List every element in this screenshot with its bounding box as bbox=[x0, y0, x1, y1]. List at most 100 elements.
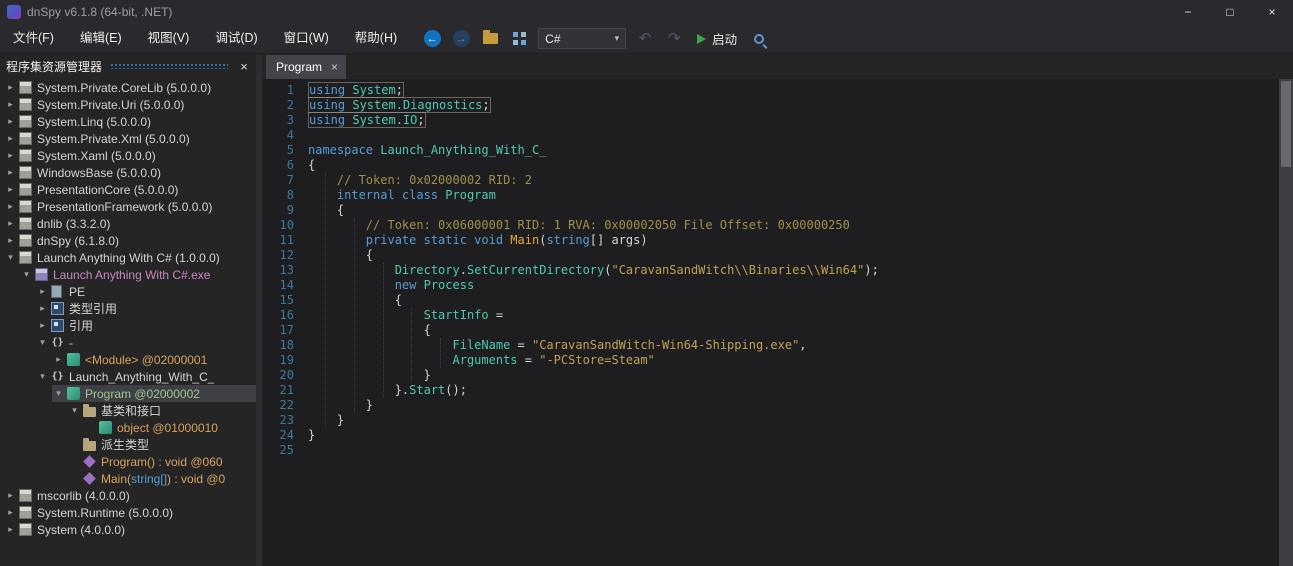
code-line[interactable]: 11 private static void Main(string[] arg… bbox=[262, 233, 1279, 248]
expander-icon[interactable]: ▸ bbox=[4, 82, 17, 93]
tree-node[interactable]: ▾- bbox=[0, 334, 256, 351]
tree-node[interactable]: ▸System.Runtime (5.0.0.0) bbox=[0, 504, 256, 521]
code-line[interactable]: 20 } bbox=[262, 368, 1279, 383]
expander-icon[interactable]: ▸ bbox=[4, 218, 17, 229]
code-line[interactable]: 5namespace Launch_Anything_With_C_ bbox=[262, 143, 1279, 158]
tree-node[interactable]: ▾基类和接口 bbox=[0, 402, 256, 419]
tree-node[interactable]: ▸PresentationCore (5.0.0.0) bbox=[0, 181, 256, 198]
menu-item[interactable]: 文件(F) bbox=[0, 24, 67, 53]
expander-icon[interactable]: ▸ bbox=[36, 303, 49, 314]
panel-close-button[interactable]: × bbox=[236, 59, 252, 74]
redo-button[interactable]: ↷ bbox=[664, 28, 684, 50]
expander-icon[interactable]: ▸ bbox=[52, 354, 65, 365]
expander-icon[interactable]: ▸ bbox=[36, 320, 49, 331]
code-line[interactable]: 2using System.Diagnostics; bbox=[262, 98, 1279, 113]
expander-icon[interactable]: ▾ bbox=[36, 337, 49, 348]
back-button[interactable]: ← bbox=[422, 28, 442, 50]
tree-node[interactable]: 派生类型 bbox=[0, 436, 256, 453]
expander-icon[interactable]: ▸ bbox=[36, 286, 49, 297]
tree-node[interactable]: ▸System.Linq (5.0.0.0) bbox=[0, 113, 256, 130]
expander-icon[interactable]: ▾ bbox=[20, 269, 33, 280]
code-line[interactable]: 14 new Process bbox=[262, 278, 1279, 293]
forward-button[interactable]: → bbox=[451, 28, 471, 50]
editor-vscrollbar[interactable] bbox=[1279, 79, 1293, 566]
code-line[interactable]: 18 FileName = "CaravanSandWitch-Win64-Sh… bbox=[262, 338, 1279, 353]
expander-icon[interactable]: ▸ bbox=[4, 507, 17, 518]
code-line[interactable]: 9 { bbox=[262, 203, 1279, 218]
tree-node[interactable]: ▸WindowsBase (5.0.0.0) bbox=[0, 164, 256, 181]
expander-icon[interactable]: ▾ bbox=[52, 388, 65, 399]
expander-icon[interactable]: ▸ bbox=[4, 150, 17, 161]
expander-icon[interactable]: ▸ bbox=[4, 167, 17, 178]
open-button[interactable] bbox=[480, 28, 500, 50]
code-line[interactable]: 16 StartInfo = bbox=[262, 308, 1279, 323]
code-line[interactable]: 8 internal class Program bbox=[262, 188, 1279, 203]
expander-icon[interactable]: ▸ bbox=[4, 524, 17, 535]
tree-node[interactable]: ▸System (4.0.0.0) bbox=[0, 521, 256, 538]
expander-icon[interactable]: ▾ bbox=[4, 252, 17, 263]
expander-icon[interactable]: ▸ bbox=[4, 184, 17, 195]
menu-item[interactable]: 窗口(W) bbox=[271, 24, 342, 53]
tree-node[interactable]: ▸引用 bbox=[0, 317, 256, 334]
expander-icon[interactable]: ▸ bbox=[4, 490, 17, 501]
expander-icon[interactable]: ▸ bbox=[4, 99, 17, 110]
expander-icon[interactable]: ▸ bbox=[4, 201, 17, 212]
expander-icon[interactable]: ▾ bbox=[68, 405, 81, 416]
panel-drag-grip[interactable] bbox=[110, 63, 228, 69]
assembly-tree[interactable]: ▸System.Private.CoreLib (5.0.0.0)▸System… bbox=[0, 77, 256, 566]
code-line[interactable]: 17 { bbox=[262, 323, 1279, 338]
code-line[interactable]: 19 Arguments = "-PCStore=Steam" bbox=[262, 353, 1279, 368]
close-button[interactable]: × bbox=[1251, 0, 1293, 24]
tree-node[interactable]: ▾Launch Anything With C#.exe bbox=[0, 266, 256, 283]
maximize-button[interactable]: □ bbox=[1209, 0, 1251, 24]
modules-button[interactable] bbox=[509, 28, 529, 50]
code-line[interactable]: 10 // Token: 0x06000001 RID: 1 RVA: 0x00… bbox=[262, 218, 1279, 233]
scrollbar-thumb[interactable] bbox=[1281, 81, 1291, 167]
code-line[interactable]: 1using System; bbox=[262, 83, 1279, 98]
search-button[interactable] bbox=[746, 28, 766, 50]
tree-node[interactable]: ▸PresentationFramework (5.0.0.0) bbox=[0, 198, 256, 215]
code-line[interactable]: 4 bbox=[262, 128, 1279, 143]
menu-item[interactable]: 帮助(H) bbox=[342, 24, 410, 53]
tree-node[interactable]: ▸mscorlib (4.0.0.0) bbox=[0, 487, 256, 504]
code-editor[interactable]: 1using System;2using System.Diagnostics;… bbox=[262, 79, 1293, 566]
tree-node[interactable]: ▸dnSpy (6.1.8.0) bbox=[0, 232, 256, 249]
code-line[interactable]: 12 { bbox=[262, 248, 1279, 263]
code-line[interactable]: 21 }.Start(); bbox=[262, 383, 1279, 398]
tree-node[interactable]: ▾Program @02000002 bbox=[0, 385, 256, 402]
menu-item[interactable]: 调试(D) bbox=[202, 24, 270, 53]
menu-item[interactable]: 编辑(E) bbox=[67, 24, 135, 53]
code-line[interactable]: 6{ bbox=[262, 158, 1279, 173]
code-line[interactable]: 25 bbox=[262, 443, 1279, 458]
expander-icon[interactable]: ▸ bbox=[4, 235, 17, 246]
tree-node[interactable]: ▸System.Private.CoreLib (5.0.0.0) bbox=[0, 79, 256, 96]
expander-icon[interactable]: ▸ bbox=[4, 133, 17, 144]
tab-close-icon[interactable]: × bbox=[331, 60, 338, 74]
tree-node[interactable]: ▸System.Xaml (5.0.0.0) bbox=[0, 147, 256, 164]
tree-node[interactable]: ▸dnlib (3.3.2.0) bbox=[0, 215, 256, 232]
start-button[interactable]: 启动 bbox=[697, 29, 737, 48]
code-line[interactable]: 24} bbox=[262, 428, 1279, 443]
expander-icon[interactable]: ▸ bbox=[4, 116, 17, 127]
expander-icon[interactable]: ▾ bbox=[36, 371, 49, 382]
tab-program[interactable]: Program × bbox=[266, 55, 346, 79]
code-line[interactable]: 22 } bbox=[262, 398, 1279, 413]
code-line[interactable]: 23 } bbox=[262, 413, 1279, 428]
tree-node[interactable]: Program() : void @060 bbox=[0, 453, 256, 470]
tree-node[interactable]: ▸System.Private.Uri (5.0.0.0) bbox=[0, 96, 256, 113]
tree-node[interactable]: ▸PE bbox=[0, 283, 256, 300]
tree-node[interactable]: ▸<Module> @02000001 bbox=[0, 351, 256, 368]
tree-node[interactable]: ▸System.Private.Xml (5.0.0.0) bbox=[0, 130, 256, 147]
tree-node[interactable]: object @01000010 bbox=[0, 419, 256, 436]
code-line[interactable]: 15 { bbox=[262, 293, 1279, 308]
minimize-button[interactable]: − bbox=[1167, 0, 1209, 24]
tree-node[interactable]: ▸类型引用 bbox=[0, 300, 256, 317]
code-line[interactable]: 13 Directory.SetCurrentDirectory("Carava… bbox=[262, 263, 1279, 278]
tree-node[interactable]: ▾Launch_Anything_With_C_ bbox=[0, 368, 256, 385]
tree-node[interactable]: Main(string[]) : void @0 bbox=[0, 470, 256, 487]
tree-node[interactable]: ▾Launch Anything With C# (1.0.0.0) bbox=[0, 249, 256, 266]
undo-button[interactable]: ↶ bbox=[635, 28, 655, 50]
menu-item[interactable]: 视图(V) bbox=[135, 24, 203, 53]
code-line[interactable]: 7 // Token: 0x02000002 RID: 2 bbox=[262, 173, 1279, 188]
code-line[interactable]: 3using System.IO; bbox=[262, 113, 1279, 128]
